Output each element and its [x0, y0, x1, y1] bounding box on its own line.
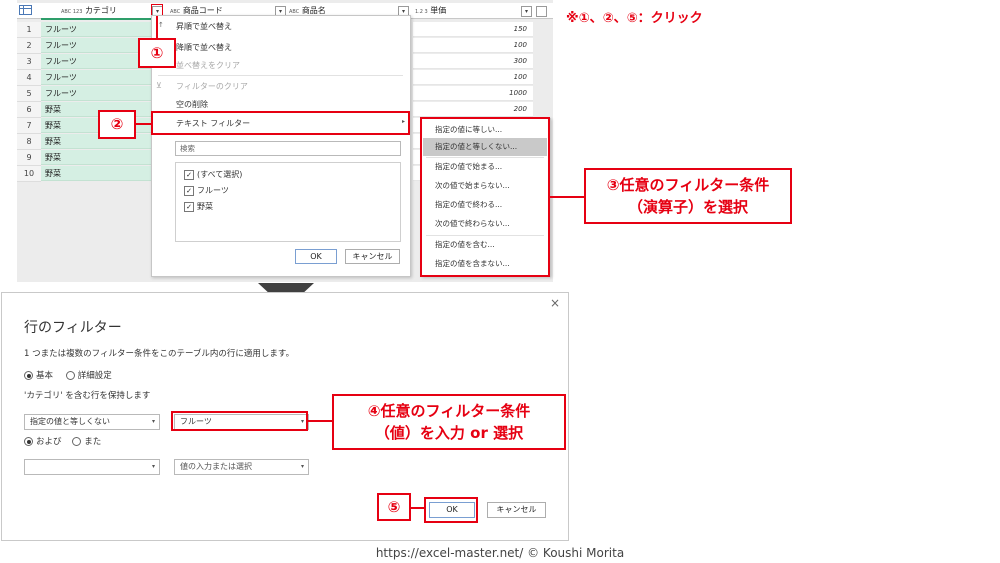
annotation-step2-label: ② — [98, 110, 136, 139]
close-icon[interactable]: × — [550, 296, 560, 310]
row-number[interactable]: 9 — [17, 150, 41, 166]
radio-advanced[interactable]: 詳細設定 — [65, 371, 112, 381]
operator-select-2[interactable]: ▾ — [24, 459, 160, 475]
row-number[interactable]: 3 — [17, 54, 41, 70]
keep-rows-label: 'カテゴリ' を含む行を保持します — [24, 391, 151, 401]
sort-ascending-item[interactable]: ↑ 昇順で並べ替え — [158, 21, 232, 32]
checkbox-checked-icon[interactable]: ✓ — [184, 186, 194, 196]
radio-empty-icon — [72, 437, 82, 446]
category-cell[interactable]: 野菜 — [41, 166, 156, 181]
menu-cancel-button[interactable]: キャンセル — [345, 249, 400, 264]
annotation-step1-label: ① — [138, 38, 176, 68]
radio-or[interactable]: また — [72, 437, 101, 447]
radio-basic[interactable]: 基本 — [24, 371, 53, 381]
row-number[interactable]: 6 — [17, 102, 41, 118]
column-header-price[interactable]: 1.2 3 単価 — [415, 3, 525, 18]
checkbox-checked-icon[interactable]: ✓ — [184, 170, 194, 180]
copyright-footer: https://excel-master.net/ © Koushi Morit… — [375, 546, 625, 560]
selected-column-indicator — [41, 18, 156, 20]
annotation-value-input-highlight — [171, 411, 308, 431]
instruction-note: ※①、②、⑤：クリック — [566, 11, 703, 26]
number-type-icon: 1.2 3 — [415, 9, 428, 15]
dialog-title: 行のフィルター — [24, 320, 122, 336]
annotation-connector — [550, 196, 584, 198]
clear-filter-icon: ⊻ — [156, 81, 162, 90]
radio-empty-icon — [65, 371, 75, 380]
annotation-step3-label: ③任意のフィルター条件 （演算子）を選択 — [584, 168, 792, 224]
annotation-submenu-highlight — [420, 117, 550, 277]
annotation-connector — [411, 507, 425, 509]
column-header-category[interactable]: ABC 123 カテゴリ — [61, 3, 161, 18]
dialog-cancel-button[interactable]: キャンセル — [487, 502, 546, 518]
menu-ok-button[interactable]: OK — [295, 249, 337, 264]
clear-filter-item[interactable]: ⊻ フィルターのクリア — [156, 81, 248, 92]
dialog-description: 1 つまたは複数のフィルター条件をこのテーブル内の行に適用します。 — [24, 349, 295, 359]
mode-radio-group: 基本 詳細設定 — [24, 369, 112, 381]
filter-dropdown-menu: ↑ 昇順で並べ替え 降順で並べ替え 並べ替えをクリア ⊻ フィルターのクリア 空… — [151, 15, 411, 277]
row-number[interactable]: 7 — [17, 118, 41, 134]
checklist-item-fruits[interactable]: ✓ フルーツ — [184, 185, 229, 196]
value-input-2[interactable]: 値の入力または選択 ▾ — [174, 459, 309, 475]
table-icon[interactable] — [19, 3, 41, 18]
row-number[interactable]: 2 — [17, 38, 41, 54]
row-number[interactable]: 8 — [17, 134, 41, 150]
category-cell[interactable]: フルーツ — [41, 70, 156, 85]
column-options-button[interactable] — [536, 6, 547, 17]
price-cell[interactable]: 300 — [413, 54, 533, 69]
logic-radio-group: および また — [24, 435, 101, 447]
menu-divider — [158, 75, 403, 76]
radio-and[interactable]: および — [24, 437, 62, 447]
column-name-category: カテゴリ — [84, 6, 117, 15]
chevron-down-icon: ▾ — [300, 463, 304, 470]
category-cell[interactable]: フルーツ — [41, 22, 156, 37]
price-cell[interactable]: 150 — [413, 22, 533, 37]
price-cell[interactable]: 100 — [413, 70, 533, 85]
annotation-step5-label: ⑤ — [377, 493, 411, 521]
radio-selected-icon — [24, 437, 33, 446]
filter-search-input[interactable]: 検索 — [175, 141, 401, 156]
annotation-connector — [308, 420, 332, 422]
row-number[interactable]: 10 — [17, 166, 41, 182]
sort-ascending-icon: ↑ — [158, 21, 164, 29]
remove-empty-item[interactable]: 空の削除 — [176, 99, 208, 110]
row-number[interactable]: 4 — [17, 70, 41, 86]
price-filter-dropdown-button[interactable]: ▾ — [521, 6, 532, 17]
filter-value-list: ✓ (すべて選択) ✓ フルーツ ✓ 野菜 — [175, 162, 401, 242]
annotation-text-filter-highlight — [151, 111, 410, 135]
row-number[interactable]: 5 — [17, 86, 41, 102]
category-cell[interactable]: 野菜 — [41, 150, 156, 165]
price-cell[interactable]: 1000 — [413, 86, 533, 101]
text-type-icon: ABC 123 — [61, 9, 83, 15]
price-cell[interactable]: 100 — [413, 38, 533, 53]
chevron-down-icon: ▾ — [151, 463, 155, 470]
chevron-down-icon: ▾ — [151, 418, 155, 425]
annotation-connector — [156, 16, 158, 38]
annotation-ok-highlight — [424, 497, 478, 523]
category-cell[interactable]: フルーツ — [41, 86, 156, 101]
operator-select-1[interactable]: 指定の値と等しくない ▾ — [24, 414, 160, 430]
clear-sort-item[interactable]: 並べ替えをクリア — [176, 60, 240, 71]
sort-descending-item[interactable]: 降順で並べ替え — [176, 42, 232, 53]
row-number[interactable]: 1 — [17, 22, 41, 38]
checklist-item-vegetables[interactable]: ✓ 野菜 — [184, 201, 213, 212]
annotation-connector — [136, 123, 152, 125]
annotation-step4-label: ④任意のフィルター条件 （値）を入力 or 選択 — [332, 394, 566, 450]
price-cell[interactable]: 200 — [413, 102, 533, 117]
radio-selected-icon — [24, 371, 33, 380]
checklist-item-select-all[interactable]: ✓ (すべて選択) — [184, 169, 242, 180]
checkbox-checked-icon[interactable]: ✓ — [184, 202, 194, 212]
